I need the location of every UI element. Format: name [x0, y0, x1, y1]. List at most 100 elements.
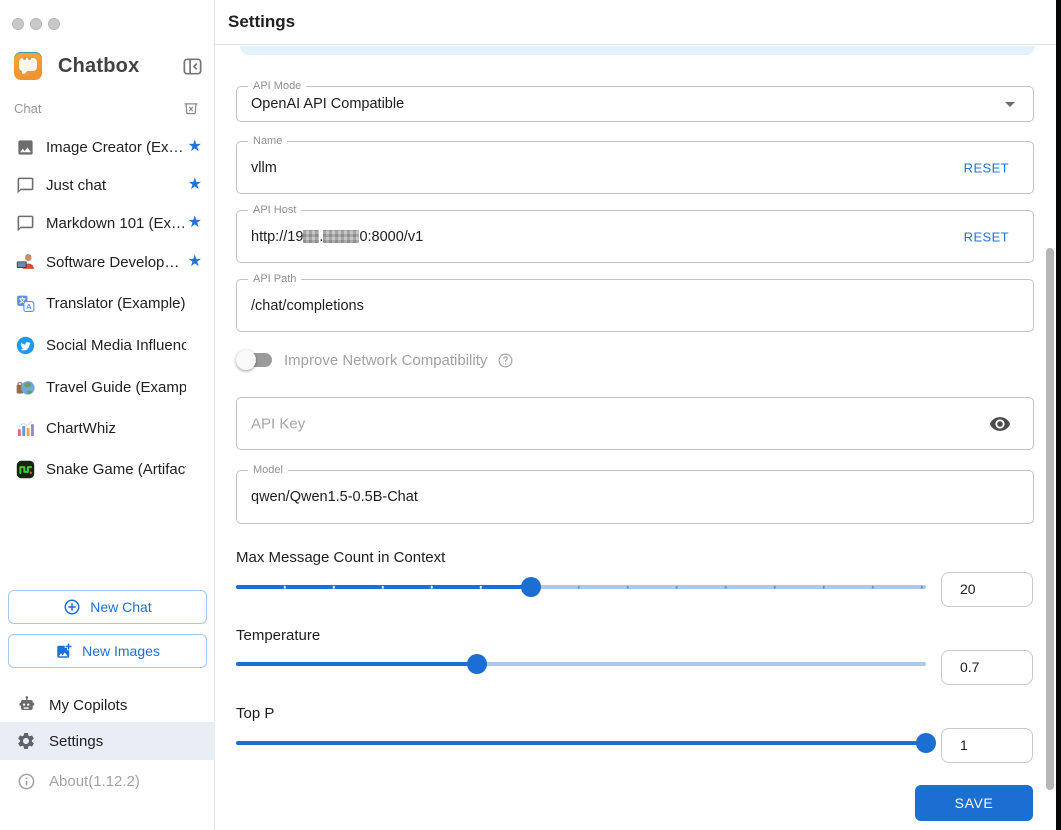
- temperature-label: Temperature: [236, 627, 321, 644]
- api-key-field[interactable]: API Key: [236, 397, 1034, 450]
- image-plus-icon: [57, 643, 72, 658]
- sidebar-item-label: About(1.12.2): [49, 772, 140, 790]
- api-mode-value: OpenAI API Compatible: [251, 96, 405, 112]
- top-p-slider[interactable]: [236, 733, 936, 753]
- translator-icon: A: [16, 294, 35, 313]
- star-icon[interactable]: ★: [188, 254, 202, 270]
- temperature-slider[interactable]: [236, 654, 926, 674]
- model-label: Model: [248, 464, 288, 477]
- api-host-reset-button[interactable]: RESET: [964, 229, 1009, 244]
- slider-fill: [236, 662, 477, 666]
- max-message-count-label: Max Message Count in Context: [236, 549, 446, 566]
- chat-list-item[interactable]: Travel Guide (Example): [0, 368, 215, 406]
- chat-list-item[interactable]: Social Media Influencer …: [0, 326, 215, 364]
- help-icon[interactable]: [497, 352, 514, 369]
- sidebar-item-about[interactable]: About(1.12.2): [0, 762, 215, 800]
- temperature-input[interactable]: 0.7: [941, 650, 1033, 685]
- slider-thumb[interactable]: [520, 577, 541, 597]
- window-zoom-button[interactable]: [48, 18, 60, 30]
- chat-list-item[interactable]: Image Creator (Ex… ★: [0, 128, 215, 166]
- screen-edge-strip: [1056, 0, 1061, 830]
- api-mode-select[interactable]: API Mode OpenAI API Compatible: [236, 80, 1034, 122]
- info-icon: [16, 771, 36, 791]
- chat-bubble-icon: [16, 176, 35, 195]
- app-title: Chatbox: [58, 54, 140, 77]
- network-compatibility-row: Improve Network Compatibility: [236, 348, 514, 372]
- max-message-count-slider[interactable]: [236, 577, 926, 597]
- name-value: vllm: [251, 159, 277, 176]
- redacted-segment: [323, 229, 360, 243]
- name-field[interactable]: Name vllm RESET: [236, 135, 1034, 194]
- star-icon[interactable]: ★: [188, 215, 202, 231]
- save-button[interactable]: SAVE: [915, 785, 1033, 821]
- new-images-button[interactable]: New Images: [8, 634, 207, 668]
- sidebar-item-settings[interactable]: Settings: [0, 722, 215, 760]
- star-icon[interactable]: ★: [188, 177, 202, 193]
- slider-thumb[interactable]: [916, 733, 936, 753]
- api-host-label: API Host: [248, 204, 302, 217]
- scrollbar-thumb[interactable]: [1046, 248, 1054, 790]
- chat-item-label: Social Media Influencer …: [46, 336, 186, 354]
- model-field[interactable]: Model qwen/Qwen1.5-0.5B-Chat: [236, 464, 1034, 524]
- chat-item-label: Software Develop…: [46, 253, 180, 271]
- slider-fill: [236, 741, 926, 745]
- collapse-sidebar-icon[interactable]: [180, 54, 204, 78]
- window-minimize-button[interactable]: [30, 18, 42, 30]
- clear-conversations-icon[interactable]: [182, 99, 200, 117]
- top-p-label: Top P: [236, 705, 275, 722]
- travel-globe-icon: [16, 378, 35, 397]
- max-message-count-input[interactable]: 20: [941, 572, 1033, 607]
- chat-list-item[interactable]: Snake Game (Artifact E…: [0, 450, 215, 488]
- network-compatibility-label: Improve Network Compatibility: [284, 351, 488, 369]
- new-chat-label: New Chat: [90, 599, 152, 615]
- bar-chart-icon: [16, 419, 35, 438]
- chat-list-item[interactable]: A Translator (Example): [0, 284, 215, 322]
- chatbox-logo-icon: [14, 52, 42, 80]
- developer-avatar-icon: [16, 253, 35, 272]
- name-label: Name: [248, 135, 288, 148]
- chat-item-label: Markdown 101 (Ex…: [46, 214, 186, 232]
- brand-row: Chatbox: [14, 50, 204, 82]
- image-icon: [16, 138, 35, 157]
- chat-section-header: Chat: [14, 98, 200, 118]
- main-header: Settings: [215, 0, 1056, 45]
- plus-circle-icon: [64, 599, 80, 615]
- twitter-bird-icon: [16, 336, 35, 355]
- page-title: Settings: [228, 12, 296, 31]
- slider-thumb[interactable]: [466, 654, 487, 674]
- window-close-button[interactable]: [12, 18, 24, 30]
- chat-item-label: Snake Game (Artifact E…: [46, 460, 186, 478]
- api-mode-label: API Mode: [248, 80, 307, 93]
- chatbox-app-window: Chatbox Chat Image Creator (Ex… ★ Just c…: [0, 0, 1061, 830]
- chat-section-label: Chat: [14, 100, 42, 116]
- gear-icon: [16, 731, 36, 751]
- redacted-segment: [303, 229, 320, 243]
- svg-text:A: A: [26, 302, 32, 311]
- chevron-down-icon: [1005, 102, 1015, 107]
- api-path-value: /chat/completions: [251, 297, 364, 314]
- api-host-field[interactable]: API Host http://19. 0:8000/v1 RESET: [236, 204, 1034, 263]
- api-key-placeholder: API Key: [251, 415, 306, 432]
- api-path-field[interactable]: API Path /chat/completions: [236, 273, 1034, 332]
- sidebar-item-label: Settings: [49, 732, 104, 750]
- scrolled-alert-remnant: [240, 46, 1035, 55]
- chat-list-item[interactable]: Markdown 101 (Ex… ★: [0, 204, 215, 242]
- chat-item-label: Image Creator (Ex…: [46, 138, 184, 156]
- chat-item-label: Translator (Example): [46, 294, 186, 312]
- chat-list-item[interactable]: Software Develop… ★: [0, 243, 215, 281]
- sidebar-item-my-copilots[interactable]: My Copilots: [0, 686, 215, 724]
- chat-bubble-icon: [16, 214, 35, 233]
- new-chat-button[interactable]: New Chat: [8, 590, 207, 624]
- show-password-eye-icon[interactable]: [989, 413, 1011, 435]
- chat-item-label: Just chat: [46, 176, 107, 194]
- name-reset-button[interactable]: RESET: [964, 160, 1009, 175]
- api-host-value: http://19. 0:8000/v1: [251, 228, 424, 245]
- chat-list-item[interactable]: Just chat ★: [0, 166, 215, 204]
- chat-item-label: ChartWhiz: [46, 419, 117, 437]
- top-p-input[interactable]: 1: [941, 728, 1033, 763]
- star-icon[interactable]: ★: [188, 139, 202, 155]
- sidebar-item-label: My Copilots: [49, 696, 128, 714]
- network-compatibility-toggle[interactable]: [236, 350, 274, 370]
- chat-list-item[interactable]: ChartWhiz: [0, 409, 215, 447]
- chat-item-label: Travel Guide (Example): [46, 378, 186, 396]
